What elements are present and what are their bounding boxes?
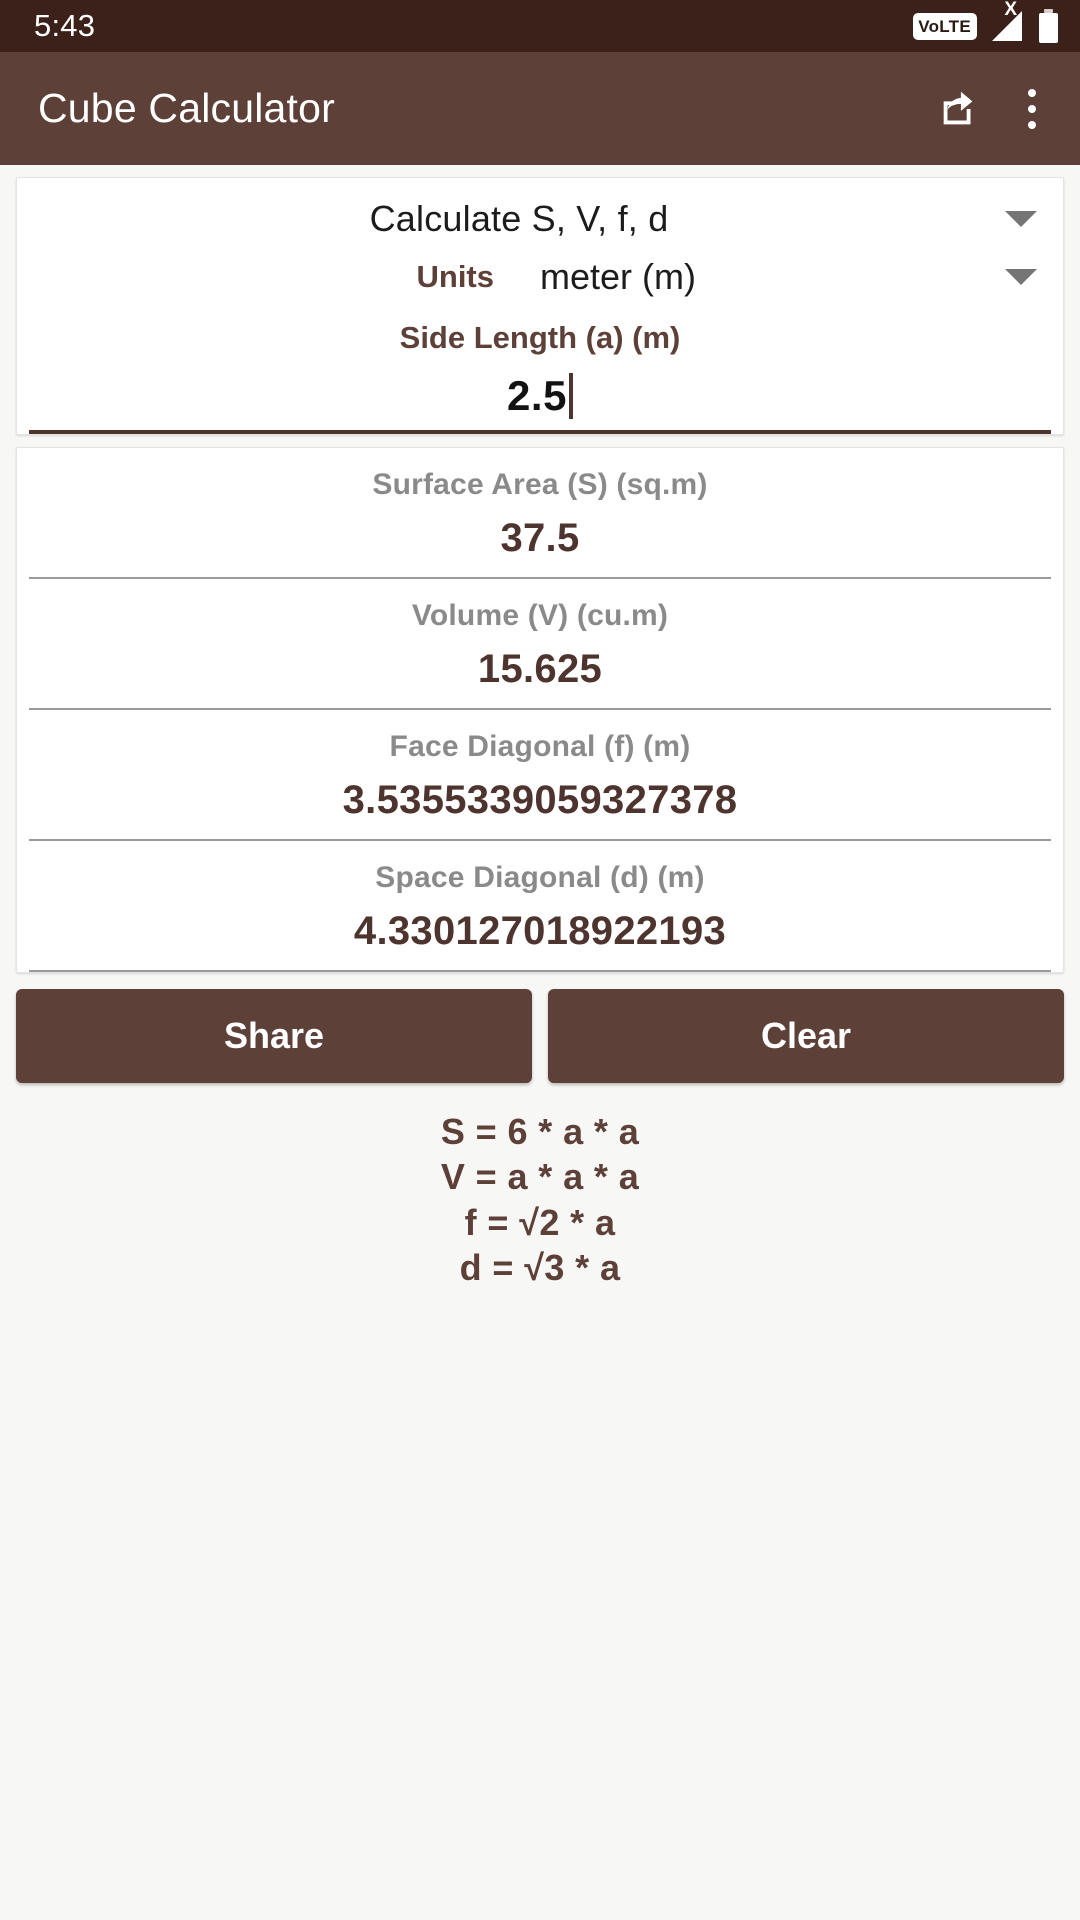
- chevron-down-icon[interactable]: [1005, 269, 1037, 285]
- side-length-input[interactable]: 2.5: [29, 366, 1051, 434]
- units-label: Units: [416, 259, 495, 294]
- result-value: 37.5: [500, 516, 580, 560]
- battery-icon: [1039, 9, 1058, 43]
- formula-surface-area: S = 6 * a * a: [440, 1111, 640, 1152]
- status-bar-icons: VoLTE X: [913, 0, 1058, 43]
- input-card: Calculate S, V, f, d Units meter (m) Sid…: [16, 177, 1064, 435]
- status-bar-clock: 5:43: [34, 8, 96, 43]
- result-value: 4.330127018922193: [353, 909, 727, 953]
- units-select-value[interactable]: meter (m): [540, 256, 995, 298]
- app-bar: Cube Calculator: [0, 52, 1080, 165]
- side-length-value: 2.5: [507, 372, 567, 419]
- side-length-label: Side Length (a) (m): [399, 320, 681, 355]
- result-divider: [29, 970, 1051, 972]
- app-bar-actions: [936, 85, 1046, 133]
- result-row-volume: Volume (V) (cu.m) 15.625: [17, 579, 1063, 710]
- battery-body: [1039, 13, 1058, 43]
- formula-volume: V = a * a * a: [440, 1156, 640, 1198]
- text-cursor: [568, 373, 573, 419]
- result-label: Space Diagonal (d) (m): [375, 861, 705, 894]
- signal-strength-icon: X: [990, 0, 1026, 43]
- units-row: Units meter (m): [17, 250, 1063, 306]
- calculation-mode-select[interactable]: Calculate S, V, f, d: [17, 184, 1063, 250]
- result-value: 15.625: [477, 647, 603, 691]
- more-vertical-icon[interactable]: [1018, 85, 1046, 133]
- volte-icon: VoLTE: [913, 12, 977, 40]
- clear-button[interactable]: Clear: [548, 989, 1064, 1083]
- side-length-field-wrap: 2.5: [17, 366, 1063, 434]
- result-label: Volume (V) (cu.m): [411, 599, 669, 632]
- app-title: Cube Calculator: [38, 85, 335, 131]
- formula-face-diagonal: f = √2 * a: [464, 1201, 616, 1243]
- result-value: 3.5355339059327378: [342, 778, 738, 822]
- chevron-down-icon: [1005, 211, 1037, 227]
- calculation-mode-value: Calculate S, V, f, d: [369, 198, 669, 239]
- action-buttons: Share Clear: [0, 973, 1080, 1083]
- results-card: Surface Area (S) (sq.m) 37.5 Volume (V) …: [16, 447, 1064, 973]
- result-row-face-diagonal: Face Diagonal (f) (m) 3.5355339059327378: [17, 710, 1063, 841]
- signal-triangle: [992, 11, 1022, 41]
- share-button[interactable]: Share: [16, 989, 532, 1083]
- app-root: 5:43 VoLTE X Cube Calculator Calculate S…: [0, 0, 1080, 1920]
- share-icon[interactable]: [936, 86, 982, 132]
- formula-list: S = 6 * a * a V = a * a * a f = √2 * a d…: [0, 1083, 1080, 1290]
- result-label: Surface Area (S) (sq.m): [372, 468, 708, 501]
- formula-space-diagonal: d = √3 * a: [459, 1247, 621, 1289]
- status-bar: 5:43 VoLTE X: [0, 0, 1080, 52]
- result-row-space-diagonal: Space Diagonal (d) (m) 4.330127018922193: [17, 841, 1063, 972]
- result-row-surface-area: Surface Area (S) (sq.m) 37.5: [17, 448, 1063, 579]
- result-label: Face Diagonal (f) (m): [389, 730, 691, 763]
